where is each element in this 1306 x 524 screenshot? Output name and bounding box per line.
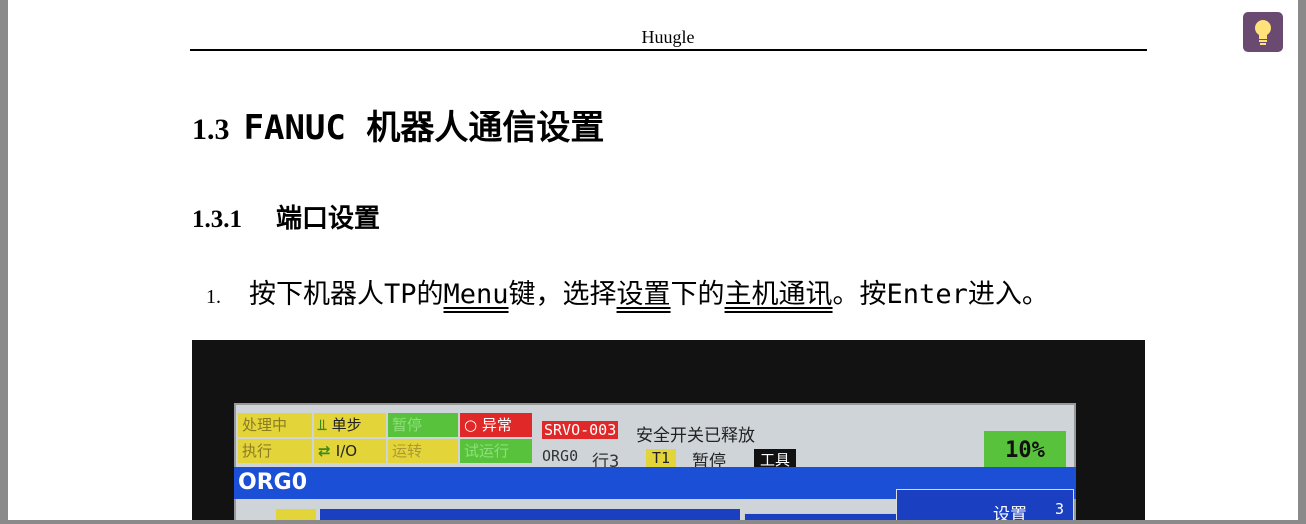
step-text: 按下机器人TP的: [249, 279, 444, 310]
section-number: 1.3: [192, 113, 230, 146]
menu-setup-index: 3: [1055, 500, 1065, 518]
status-processing: 处理中: [238, 413, 312, 437]
lightbulb-icon: [1255, 20, 1271, 45]
override-percent: 10%: [984, 431, 1066, 467]
subsection-heading: 1.3.1 端口设置: [192, 198, 380, 235]
header-rule: [190, 49, 1147, 51]
teach-pendant-photo: 处理中 ⫫ 单步 暂停 ○ 异常 执行 ⇄ I/O 运转 试运行 SRVO-00…: [192, 340, 1145, 520]
hint-button[interactable]: [1243, 12, 1283, 52]
subsection-title: 端口设置: [276, 204, 381, 234]
step-1: 1. 按下机器人TP的Menu键，选择设置下的主机通讯。按Enter进入。: [206, 272, 1049, 311]
status-hold: 暂停: [388, 413, 458, 437]
fault-icon: ○: [464, 416, 482, 434]
program-name: ORG0: [542, 447, 579, 465]
section-title: FANUC 机器人通信设置: [243, 108, 605, 148]
fault-label: 异常: [481, 416, 512, 434]
program-bar-label: ORG0: [238, 470, 308, 495]
alarm-text: 安全开关已释放: [636, 426, 755, 446]
lower-yellow-block: [276, 509, 316, 520]
page-header: Huugle: [641, 27, 695, 47]
status-io: ⇄ I/O: [314, 439, 386, 463]
host-comm-term: 主机通讯: [724, 279, 833, 310]
setup-term: 设置: [616, 279, 671, 310]
single-step-label: 单步: [331, 416, 362, 434]
step-number: 1.: [206, 286, 221, 308]
submenu-setup-label: 设置: [841, 518, 871, 520]
io-label: I/O: [335, 442, 358, 460]
section-heading: 1.3 FANUC 机器人通信设置: [192, 100, 604, 149]
io-icon: ⇄: [318, 442, 336, 460]
status-test-run: 试运行: [460, 439, 532, 463]
status-single-step: ⫫ 单步: [314, 413, 386, 437]
tool-frame: T1: [646, 449, 677, 467]
lower-blue-block: [320, 509, 740, 520]
status-fault: ○ 异常: [460, 413, 532, 437]
step-text: 。按Enter进入。: [832, 279, 1049, 310]
alarm-code: SRVO-003: [542, 421, 619, 439]
menu-setup-label: 设置: [993, 505, 1027, 520]
status-running: 执行: [238, 439, 312, 463]
step-text: 下的: [670, 279, 725, 310]
subsection-number: 1.3.1: [192, 206, 242, 233]
pendant-screen: 处理中 ⫫ 单步 暂停 ○ 异常 执行 ⇄ I/O 运转 试运行 SRVO-00…: [234, 403, 1076, 520]
step-text: 键，选择: [508, 279, 617, 310]
menu-panel[interactable]: 设置 3: [896, 489, 1074, 520]
menu-term: Menu: [443, 279, 509, 310]
status-run: 运转: [388, 439, 458, 463]
document-page: Huugle 1.3 FANUC 机器人通信设置 1.3.1 端口设置 1. 按下机器…: [8, 0, 1298, 520]
submenu-panel: 设置: [744, 513, 906, 520]
